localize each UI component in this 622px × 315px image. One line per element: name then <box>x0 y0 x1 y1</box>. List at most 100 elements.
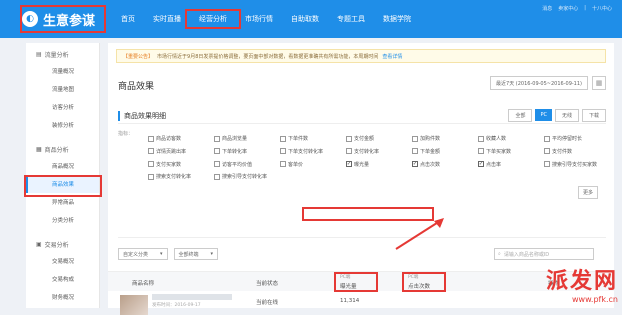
highlight-clicks-col <box>402 272 446 292</box>
product-status: 当前在线 <box>256 300 279 306</box>
metric-checkbox[interactable]: 搜索支付转化率 <box>148 173 191 180</box>
sidebar-group-trade: ▣ 交易分析 交易概况 交易构成 财务概况 <box>26 233 99 310</box>
sidebar-item-trade-overview[interactable]: 交易概况 <box>26 252 99 270</box>
sidebar-item-traffic-overview[interactable]: 流量概况 <box>26 62 99 80</box>
tab-pc[interactable]: PC <box>535 109 552 121</box>
metric-checkbox[interactable]: ✓ 曝光量 <box>346 161 369 168</box>
header-utils: 消息 卖家中心 | 十八中心 <box>542 5 612 12</box>
checkbox-empty-icon <box>280 148 286 155</box>
checkbox-empty-icon <box>148 148 154 155</box>
metric-label: 下单金额 <box>420 148 441 155</box>
metric-checkbox[interactable]: 商品访客数 <box>148 135 181 142</box>
notice-text: 市场行情近于9月8日发票提价格调整，要页面中部对数据，看数据更准确共有所需功能，… <box>157 53 379 60</box>
trade-icon: ▣ <box>36 241 42 248</box>
metric-label: 支付转化率 <box>354 148 380 155</box>
sidebar-head-product[interactable]: ▦ 商品分析 <box>26 142 99 157</box>
nav-market[interactable]: 市场行情 <box>236 14 282 24</box>
checkbox-empty-icon <box>412 148 418 155</box>
metric-checkbox[interactable]: 支付转化率 <box>346 148 379 155</box>
metric-checkbox[interactable]: 搜索引导支付买家数 <box>544 161 597 168</box>
metric-checkbox[interactable]: 支付金额 <box>346 135 374 142</box>
search-icon: ⌕ <box>498 251 501 257</box>
more-metrics-button[interactable]: 更多 <box>577 186 598 199</box>
metric-checkbox[interactable]: 下单支付转化率 <box>280 148 323 155</box>
product-thumbnail[interactable] <box>120 295 148 315</box>
checkbox-empty-icon <box>412 135 418 142</box>
col-product-name[interactable]: 商品名称 <box>132 279 154 287</box>
metric-checkbox[interactable]: 加购件数 <box>412 135 440 142</box>
chevron-down-icon: ▾ <box>160 251 163 257</box>
util-seller-center[interactable]: 卖家中心 <box>558 5 578 12</box>
col-status[interactable]: 当前状态 <box>256 279 278 287</box>
util-account[interactable]: 十八中心 <box>592 5 612 12</box>
sidebar-item-finance-overview[interactable]: 财务概况 <box>26 288 99 306</box>
tab-wireless[interactable]: 无线 <box>554 109 579 122</box>
checkbox-checked-icon: ✓ <box>346 161 352 167</box>
nav-academy[interactable]: 数据学院 <box>374 14 420 24</box>
product-search-input[interactable]: ⌕ 请输入商品名称或ID <box>494 248 594 260</box>
sidebar-item-trade-composition[interactable]: 交易构成 <box>26 270 99 288</box>
tab-download[interactable]: 下载 <box>581 109 606 122</box>
filters-bar: 自定义分类 ▾ 全部终端 ▾ <box>118 248 219 260</box>
notice-bar: 【重要公告】 市场行情近于9月8日发票提价格调整，要页面中部对数据，看数据更准确… <box>116 49 606 63</box>
sidebar-item-visitor-analysis[interactable]: 访客分析 <box>26 98 99 116</box>
checkbox-empty-icon <box>478 135 484 142</box>
metric-checkbox[interactable]: 收藏人数 <box>478 135 506 142</box>
metrics-panel: 指标： 商品访客数 商品浏览量 下单件数 支付金额 加购件数 收藏人数 平均停留时长 详情页跳… <box>118 123 606 238</box>
metric-checkbox[interactable]: 平均停留时长 <box>544 135 582 142</box>
date-range-field[interactable]: 最近7天 (2016-09-05~2016-09-11) <box>490 76 588 90</box>
metric-label: 商品访客数 <box>156 136 182 143</box>
terminal-select[interactable]: 全部终端 ▾ <box>173 248 219 260</box>
sidebar-item-product-overview[interactable]: 商品概况 <box>26 157 99 175</box>
metric-checkbox[interactable]: ✓ 点击率 <box>478 161 501 168</box>
nav-live[interactable]: 实时直播 <box>144 14 190 24</box>
notice-link[interactable]: 查看详情 <box>382 53 402 60</box>
metric-checkbox[interactable]: 支付件数 <box>544 148 572 155</box>
sidebar-head-traffic[interactable]: ▤ 流量分析 <box>26 47 99 62</box>
table-header: 商品名称 当前状态 PC端 曝光量 PC端 点击次数 操作 <box>108 271 614 292</box>
metric-checkbox[interactable]: 下单件数 <box>280 135 308 142</box>
main-nav: 首页 实时直播 经营分析 市场行情 自助取数 专题工具 数据学院 <box>112 0 420 38</box>
metric-label: 下单买家数 <box>486 148 512 155</box>
annotation-arrow-icon <box>395 218 444 250</box>
metric-checkbox[interactable]: ✓ 点击次数 <box>412 161 440 168</box>
metric-label: 支付金额 <box>354 136 375 143</box>
calendar-icon[interactable]: ▦ <box>592 76 606 90</box>
metric-checkbox[interactable]: 访客平均价值 <box>214 161 252 168</box>
table-row[interactable]: 发布时间：2016-09-17 当前在线 11,314 <box>108 291 614 315</box>
metric-checkbox[interactable]: 支付买家数 <box>148 161 181 168</box>
nav-home[interactable]: 首页 <box>112 14 144 24</box>
nav-operations[interactable]: 经营分析 <box>185 9 241 29</box>
metric-checkbox[interactable]: 下单转化率 <box>214 148 247 155</box>
metric-checkbox[interactable]: 客单价 <box>280 161 303 168</box>
sidebar-item-decoration-analysis[interactable]: 装修分析 <box>26 116 99 134</box>
nav-tools[interactable]: 专题工具 <box>328 14 374 24</box>
sidebar-item-traffic-map[interactable]: 流量地图 <box>26 80 99 98</box>
checkbox-empty-icon <box>544 161 550 167</box>
tab-all[interactable]: 全部 <box>508 109 533 122</box>
metric-checkbox[interactable]: 搜索引导支付转化率 <box>214 173 267 180</box>
highlight-logo-box <box>20 5 106 33</box>
metric-label: 点击次数 <box>420 161 441 168</box>
metric-checkbox[interactable]: 详情页跳出率 <box>148 148 186 155</box>
highlight-impressions-col <box>334 272 378 292</box>
checkbox-empty-icon <box>544 135 550 142</box>
metric-checkbox[interactable]: 商品浏览量 <box>214 135 247 142</box>
checkbox-checked-icon: ✓ <box>412 161 418 167</box>
metric-checkbox[interactable]: 下单金额 <box>412 148 440 155</box>
checkbox-empty-icon <box>346 135 352 142</box>
search-placeholder: 请输入商品名称或ID <box>503 251 550 258</box>
sidebar-head-trade[interactable]: ▣ 交易分析 <box>26 237 99 252</box>
checkbox-empty-icon <box>346 148 352 155</box>
category-select[interactable]: 自定义分类 ▾ <box>118 248 168 260</box>
metric-label: 商品浏览量 <box>222 136 248 143</box>
sidebar-group-traffic: ▤ 流量分析 流量概况 流量地图 访客分析 装修分析 <box>26 43 99 138</box>
metric-label: 下单支付转化率 <box>288 148 324 155</box>
category-select-value: 自定义分类 <box>123 251 149 258</box>
nav-self-data[interactable]: 自助取数 <box>282 14 328 24</box>
product-name-blurred[interactable] <box>152 294 232 300</box>
util-messages[interactable]: 消息 <box>542 5 552 12</box>
metric-checkbox[interactable]: 下单买家数 <box>478 148 511 155</box>
sidebar-item-category-analysis[interactable]: 分类分析 <box>26 211 99 229</box>
checkbox-empty-icon <box>148 161 154 167</box>
